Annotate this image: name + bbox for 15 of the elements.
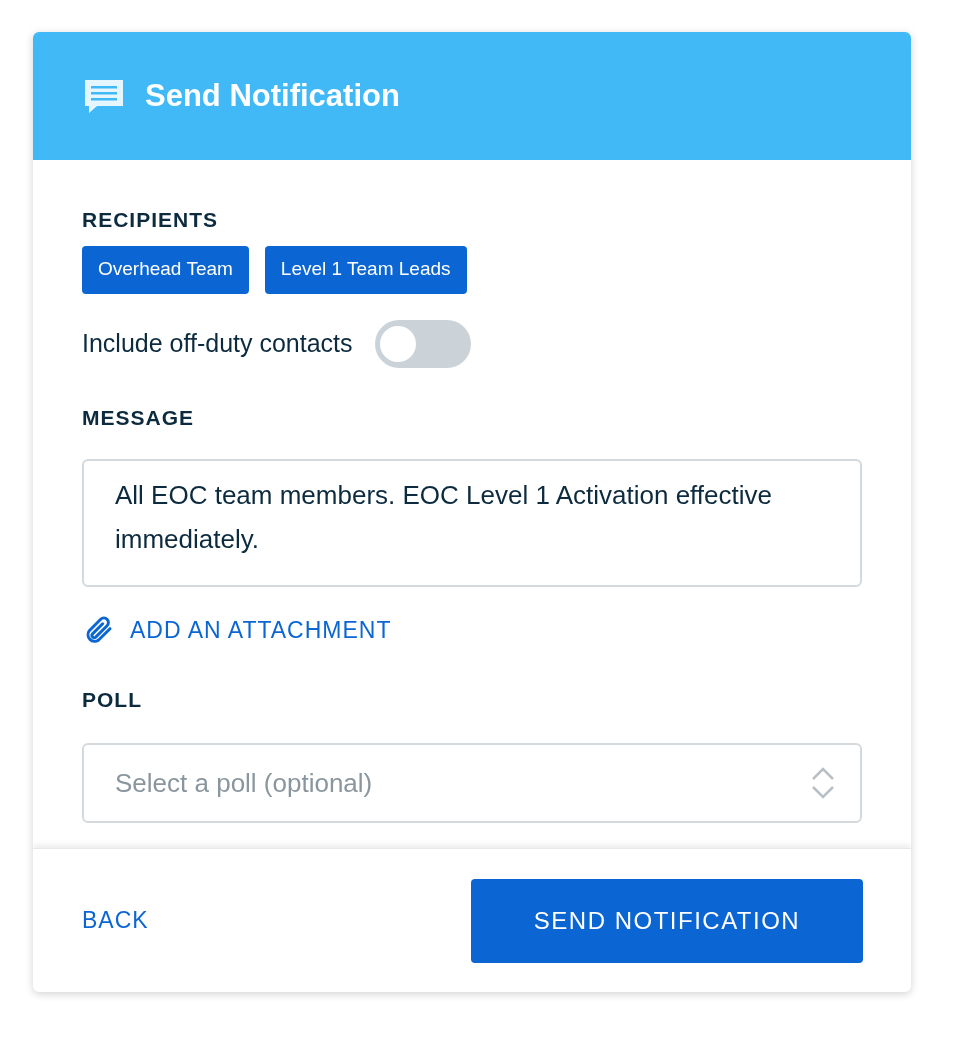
attachment-link[interactable]: ADD AN ATTACHMENT: [82, 613, 862, 648]
section-label: RECIPIENTS: [82, 207, 220, 233]
chat-icon: [83, 78, 125, 114]
section-label: POLL: [82, 686, 143, 713]
recipient-tag: Overhead Team: [82, 245, 249, 294]
back-button[interactable]: BACK: [82, 903, 149, 938]
poll-select[interactable]: Select a poll (optional): [82, 743, 862, 823]
dialog-title: Send Notification: [145, 76, 400, 115]
toggle-switch[interactable]: [374, 319, 471, 368]
toggle-label: Include off-duty contacts: [82, 327, 353, 359]
recipient-tag: Level 1 Team Leads: [264, 245, 467, 294]
message-field[interactable]: All EOC team members. EOC Level 1 Activation effective immediately.: [82, 459, 862, 587]
send-button[interactable]: SEND NOTIFICATION: [471, 878, 863, 963]
chevron-updown-icon: [810, 765, 836, 801]
section-label: MESSAGE: [82, 404, 196, 431]
